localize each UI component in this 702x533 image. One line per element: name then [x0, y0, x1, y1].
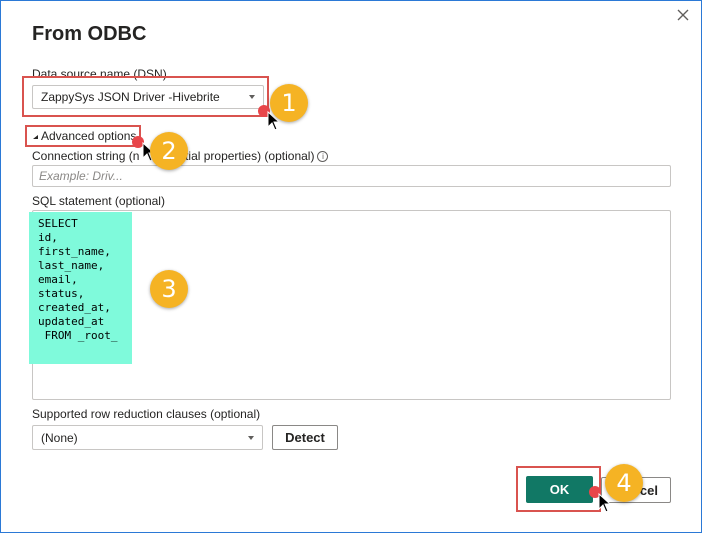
- dsn-label: Data source name (DSN): [32, 67, 167, 81]
- chevron-down-icon: [248, 435, 254, 440]
- detect-button[interactable]: Detect: [272, 425, 338, 450]
- collapse-triangle-icon: [33, 134, 38, 139]
- advanced-options-label: Advanced options: [41, 129, 137, 143]
- odbc-dialog: From ODBC Data source name (DSN) ZappySy…: [0, 0, 702, 533]
- connection-string-label-end: ntial properties) (optional): [178, 149, 315, 163]
- sql-label: SQL statement (optional): [32, 194, 165, 208]
- row-reduction-value: (None): [41, 430, 78, 445]
- row-reduction-select[interactable]: (None): [32, 425, 263, 450]
- connection-string-input[interactable]: Example: Driv...: [32, 165, 671, 187]
- close-icon[interactable]: [675, 7, 691, 23]
- chevron-down-icon: [249, 95, 255, 99]
- callout-badge-2: 2: [150, 132, 188, 170]
- ok-button[interactable]: OK: [526, 476, 593, 503]
- connection-string-placeholder: Example: Driv...: [39, 169, 123, 183]
- callout-badge-3: 3: [150, 270, 188, 308]
- info-icon: i: [317, 151, 329, 163]
- dsn-select[interactable]: ZappySys JSON Driver -Hivebrite: [32, 85, 264, 109]
- connection-string-label-start: Connection string (n: [32, 149, 140, 163]
- dialog-title: From ODBC: [32, 23, 147, 45]
- dsn-value: ZappySys JSON Driver -Hivebrite: [41, 90, 220, 104]
- row-reduction-label: Supported row reduction clauses (optiona…: [32, 407, 261, 421]
- callout-badge-4: 4: [605, 464, 643, 502]
- sql-text: SELECT id, first_name, last_name, email,…: [38, 217, 118, 342]
- callout-badge-1: 1: [270, 84, 308, 122]
- advanced-options-toggle[interactable]: Advanced options: [33, 129, 136, 143]
